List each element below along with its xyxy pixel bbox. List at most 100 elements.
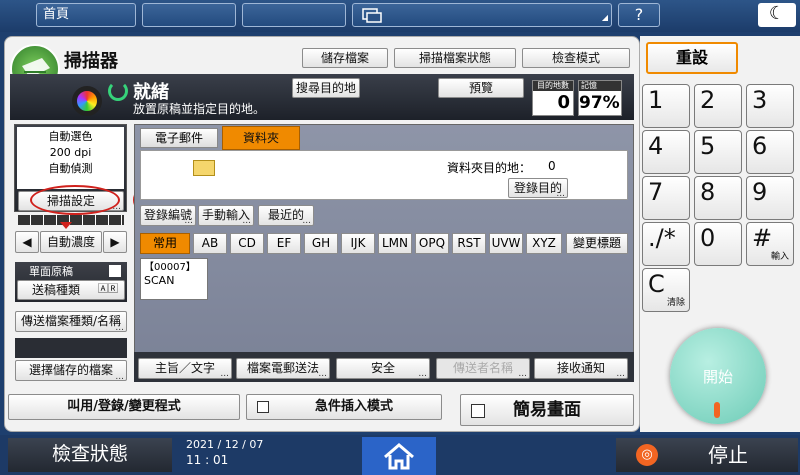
help-label: ? xyxy=(634,5,644,24)
tab-email[interactable]: 電子郵件 xyxy=(140,128,218,148)
security-button[interactable]: 安全 xyxy=(336,358,430,379)
file-type-name-button[interactable]: 傳送檔案種類/名稱 xyxy=(15,311,127,332)
program-button[interactable]: 叫用/登錄/變更程式 xyxy=(8,394,240,420)
manual-input-button[interactable]: 手動輸入 xyxy=(198,205,254,226)
dest-count-label: 目的地數 xyxy=(533,81,573,91)
index-tab-ab[interactable]: AB xyxy=(193,233,227,254)
key-4[interactable]: 4 xyxy=(642,130,690,174)
index-tab-lmn[interactable]: LMN xyxy=(378,233,412,254)
key-dot-star[interactable]: ./* xyxy=(642,222,690,266)
index-tab-opq[interactable]: OPQ xyxy=(415,233,449,254)
clear-sub-label: 清除 xyxy=(666,298,685,308)
simple-screen-label: 簡易畫面 xyxy=(513,400,581,420)
hash-sub-label: 輸入 xyxy=(770,252,789,262)
key-7[interactable]: 7 xyxy=(642,176,690,220)
index-tab-uvw[interactable]: UVW xyxy=(489,233,523,254)
energy-saver-button[interactable]: ☾ xyxy=(758,3,796,27)
density-decrease-button[interactable]: ◀ xyxy=(15,231,39,253)
moon-icon: ☾ xyxy=(768,3,786,24)
dest-count-value: 0 xyxy=(557,92,570,113)
interrupt-label: 急件插入模式 xyxy=(314,399,393,414)
send-type-label: 送稿種類 xyxy=(32,283,81,297)
tab-folder[interactable]: 資料夾 xyxy=(222,126,300,150)
start-label: 開始 xyxy=(702,368,733,386)
select-stored-file-button[interactable]: 選擇儲存的檔案 xyxy=(15,360,127,381)
scan-status-button[interactable]: 掃描檔案狀態 xyxy=(394,48,516,68)
receive-notice-button[interactable]: 接收通知 xyxy=(534,358,628,379)
key-8[interactable]: 8 xyxy=(694,176,742,220)
clear-label: C xyxy=(648,270,665,298)
change-title-button[interactable]: 變更標題 xyxy=(566,233,628,254)
index-tab-ef[interactable]: EF xyxy=(267,233,301,254)
application-switch-tab[interactable]: ◢ xyxy=(352,3,612,27)
home-button[interactable] xyxy=(362,437,436,475)
key-1[interactable]: 1 xyxy=(642,84,690,128)
key-6[interactable]: 6 xyxy=(746,130,794,174)
key-0[interactable]: 0 xyxy=(694,222,742,266)
time-display: 11 : 01 xyxy=(186,453,229,467)
register-number-button[interactable]: 登錄編號 xyxy=(140,205,196,226)
search-destination-button[interactable]: 搜尋目的地 xyxy=(292,78,360,98)
preview-button[interactable]: 預覽 xyxy=(438,78,524,98)
stored-files-button[interactable]: 儲存檔案 xyxy=(302,48,388,68)
folder-dest-label: 資料夾目的地： xyxy=(447,161,532,175)
send-type-button[interactable]: 送稿種類 🄰🅁 xyxy=(17,280,125,300)
document-type-icon: 🄰🅁 xyxy=(98,284,118,295)
stop-icon: ◎ xyxy=(636,444,658,466)
density-increase-button[interactable]: ▶ xyxy=(103,231,127,253)
auto-density-button[interactable]: 自動濃度 xyxy=(40,231,102,253)
subject-text-button[interactable]: 主旨／文字 xyxy=(138,358,232,379)
interrupt-mode-button[interactable]: 急件插入模式 xyxy=(246,394,442,420)
top-slot-2[interactable] xyxy=(142,3,236,27)
key-3[interactable]: 3 xyxy=(746,84,794,128)
index-tab-xyz[interactable]: XYZ xyxy=(526,233,562,254)
register-destination-button[interactable]: 登錄目的 xyxy=(508,178,568,198)
destination-item[interactable]: 【00007】 SCAN xyxy=(140,258,208,300)
check-status-button[interactable]: 檢查狀態 xyxy=(8,438,172,472)
home-tab[interactable]: 首頁 xyxy=(36,3,136,27)
stored-file-strip xyxy=(15,338,127,358)
single-sided-icon xyxy=(109,265,121,277)
stop-button[interactable]: ◎ 停止 xyxy=(616,438,798,472)
density-pointer-icon xyxy=(60,222,72,229)
key-hash[interactable]: # 輸入 xyxy=(746,222,794,266)
ready-spinner-icon xyxy=(108,81,128,101)
settings-summary: 自動選色 200 dpi 自動偵測 xyxy=(17,127,124,189)
left-arrow-icon: ◀ xyxy=(22,235,32,249)
interrupt-checkbox-icon xyxy=(257,401,269,413)
sender-name-button[interactable]: 傳送者名稱 xyxy=(436,358,530,379)
simple-screen-button[interactable]: 簡易畫面 xyxy=(460,394,634,426)
check-mode-button[interactable]: 檢查模式 xyxy=(522,48,630,68)
memory-label: 記憶 xyxy=(579,81,621,91)
start-button[interactable]: 開始 xyxy=(670,328,766,424)
destination-name: SCAN xyxy=(144,274,175,287)
top-slot-3[interactable] xyxy=(242,3,346,27)
send-method-button[interactable]: 檔案電郵送法 xyxy=(236,358,330,379)
reset-button[interactable]: 重設 xyxy=(646,42,738,74)
recent-button[interactable]: 最近的 xyxy=(258,205,314,226)
key-5[interactable]: 5 xyxy=(694,130,742,174)
help-button[interactable]: ? xyxy=(618,3,660,27)
highlight-ring xyxy=(30,185,120,215)
corner-indicator-icon: ◢ xyxy=(601,13,608,22)
destination-counter: 目的地數 0 xyxy=(532,80,574,116)
start-indicator-icon xyxy=(714,402,720,418)
hash-label: # xyxy=(752,224,773,252)
date-display: 2021 / 12 / 07 xyxy=(186,438,264,451)
color-icon xyxy=(72,86,102,116)
index-tab-rst[interactable]: RST xyxy=(452,233,486,254)
key-9[interactable]: 9 xyxy=(746,176,794,220)
app-title: 掃描器 xyxy=(64,51,118,72)
key-2[interactable]: 2 xyxy=(694,84,742,128)
memory-indicator: 記憶 97% xyxy=(578,80,622,116)
resolution-setting: 200 dpi xyxy=(49,146,92,159)
clear-key[interactable]: C 清除 xyxy=(642,268,690,312)
index-tab-cd[interactable]: CD xyxy=(230,233,264,254)
index-tab-gh[interactable]: GH xyxy=(304,233,338,254)
stop-label: 停止 xyxy=(708,443,748,467)
index-tab-common[interactable]: 常用 xyxy=(140,233,190,254)
index-tab-ijk[interactable]: IJK xyxy=(341,233,375,254)
top-bar: 首頁 ◢ ? ☾ xyxy=(0,0,800,32)
folder-icon xyxy=(193,160,215,176)
color-setting: 自動選色 xyxy=(48,130,93,143)
